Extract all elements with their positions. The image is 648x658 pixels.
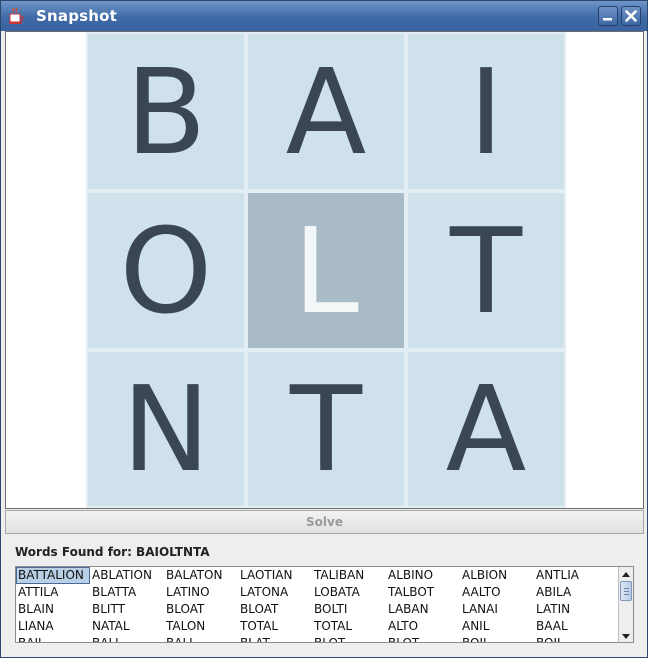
board-cell: N xyxy=(86,350,246,508)
word-item[interactable]: ALBION xyxy=(460,567,534,584)
minimize-button[interactable] xyxy=(598,6,618,26)
word-item[interactable]: ALTO xyxy=(386,618,460,635)
word-item[interactable]: ATTILA xyxy=(16,584,90,601)
word-item[interactable]: ABILA xyxy=(534,584,608,601)
words-found-label: Words Found for: BAIOLTNTA xyxy=(15,545,210,559)
word-item[interactable]: BALL xyxy=(164,635,238,642)
board-cell: I xyxy=(406,32,566,191)
word-item[interactable]: BLOT xyxy=(312,635,386,642)
grip-line xyxy=(624,588,629,589)
word-item[interactable]: LATIN xyxy=(534,601,608,618)
words-grid: BATTALION ABLATION BALATON LAOTIAN TALIB… xyxy=(16,567,618,642)
close-button[interactable] xyxy=(621,6,641,26)
window-title: Snapshot xyxy=(36,7,118,25)
word-item[interactable]: ABLATION xyxy=(90,567,164,584)
board-cell: O xyxy=(86,191,246,350)
vertical-scrollbar[interactable] xyxy=(618,567,633,642)
word-item[interactable]: TOTAL xyxy=(238,618,312,635)
word-item[interactable]: BLAIN xyxy=(16,601,90,618)
word-item[interactable]: BATTALION xyxy=(16,567,90,584)
word-item[interactable]: ALBINO xyxy=(386,567,460,584)
java-cup-icon xyxy=(8,7,25,25)
word-item[interactable]: LOBATA xyxy=(312,584,386,601)
word-item[interactable]: LABAN xyxy=(386,601,460,618)
word-item[interactable]: BLITT xyxy=(90,601,164,618)
word-item[interactable]: BALATON xyxy=(164,567,238,584)
snapshot-window: Snapshot B A I O L T N T A Solve Words F… xyxy=(0,0,648,658)
board-cell: T xyxy=(406,191,566,350)
board-cell: T xyxy=(246,350,406,508)
word-item[interactable]: BLAT xyxy=(238,635,312,642)
scroll-down-arrow-icon[interactable] xyxy=(619,628,633,642)
word-item[interactable]: LATINO xyxy=(164,584,238,601)
board-cell: B xyxy=(86,32,246,191)
close-icon xyxy=(625,10,637,22)
word-item[interactable]: NATAL xyxy=(90,618,164,635)
word-item[interactable]: BAIL xyxy=(16,635,90,642)
word-item[interactable]: BLOT xyxy=(386,635,460,642)
board-cell-highlighted: L xyxy=(246,191,406,350)
grip-line xyxy=(624,594,629,595)
word-item[interactable]: AALTO xyxy=(460,584,534,601)
word-item[interactable]: TALBOT xyxy=(386,584,460,601)
scrollbar-thumb[interactable] xyxy=(620,581,632,601)
board-cell: A xyxy=(406,350,566,508)
grip-line xyxy=(624,591,629,592)
word-item[interactable]: LAOTIAN xyxy=(238,567,312,584)
word-item[interactable]: BLOAT xyxy=(164,601,238,618)
title-bar[interactable]: Snapshot xyxy=(1,1,647,31)
minimize-icon xyxy=(603,18,612,21)
board-cell: A xyxy=(246,32,406,191)
word-item[interactable]: LATONA xyxy=(238,584,312,601)
scroll-up-arrow-icon[interactable] xyxy=(619,567,633,581)
word-item[interactable]: BLATTA xyxy=(90,584,164,601)
word-item[interactable]: BALI xyxy=(90,635,164,642)
word-item[interactable]: BOIL xyxy=(460,635,534,642)
word-item[interactable]: TALON xyxy=(164,618,238,635)
word-item[interactable]: ANTLIA xyxy=(534,567,608,584)
word-item[interactable]: LANAI xyxy=(460,601,534,618)
words-list[interactable]: BATTALION ABLATION BALATON LAOTIAN TALIB… xyxy=(15,566,634,643)
word-item[interactable]: TALIBAN xyxy=(312,567,386,584)
word-item[interactable]: ANIL xyxy=(460,618,534,635)
solve-button[interactable]: Solve xyxy=(5,510,644,534)
letter-board: B A I O L T N T A xyxy=(86,32,566,508)
word-item[interactable]: BOLTI xyxy=(312,601,386,618)
word-item[interactable]: LIANA xyxy=(16,618,90,635)
word-item[interactable]: BLOAT xyxy=(238,601,312,618)
word-item[interactable]: BOIL xyxy=(534,635,608,642)
snapshot-image-panel: B A I O L T N T A xyxy=(5,31,644,509)
word-item[interactable]: BAAL xyxy=(534,618,608,635)
word-item[interactable]: TOTAL xyxy=(312,618,386,635)
